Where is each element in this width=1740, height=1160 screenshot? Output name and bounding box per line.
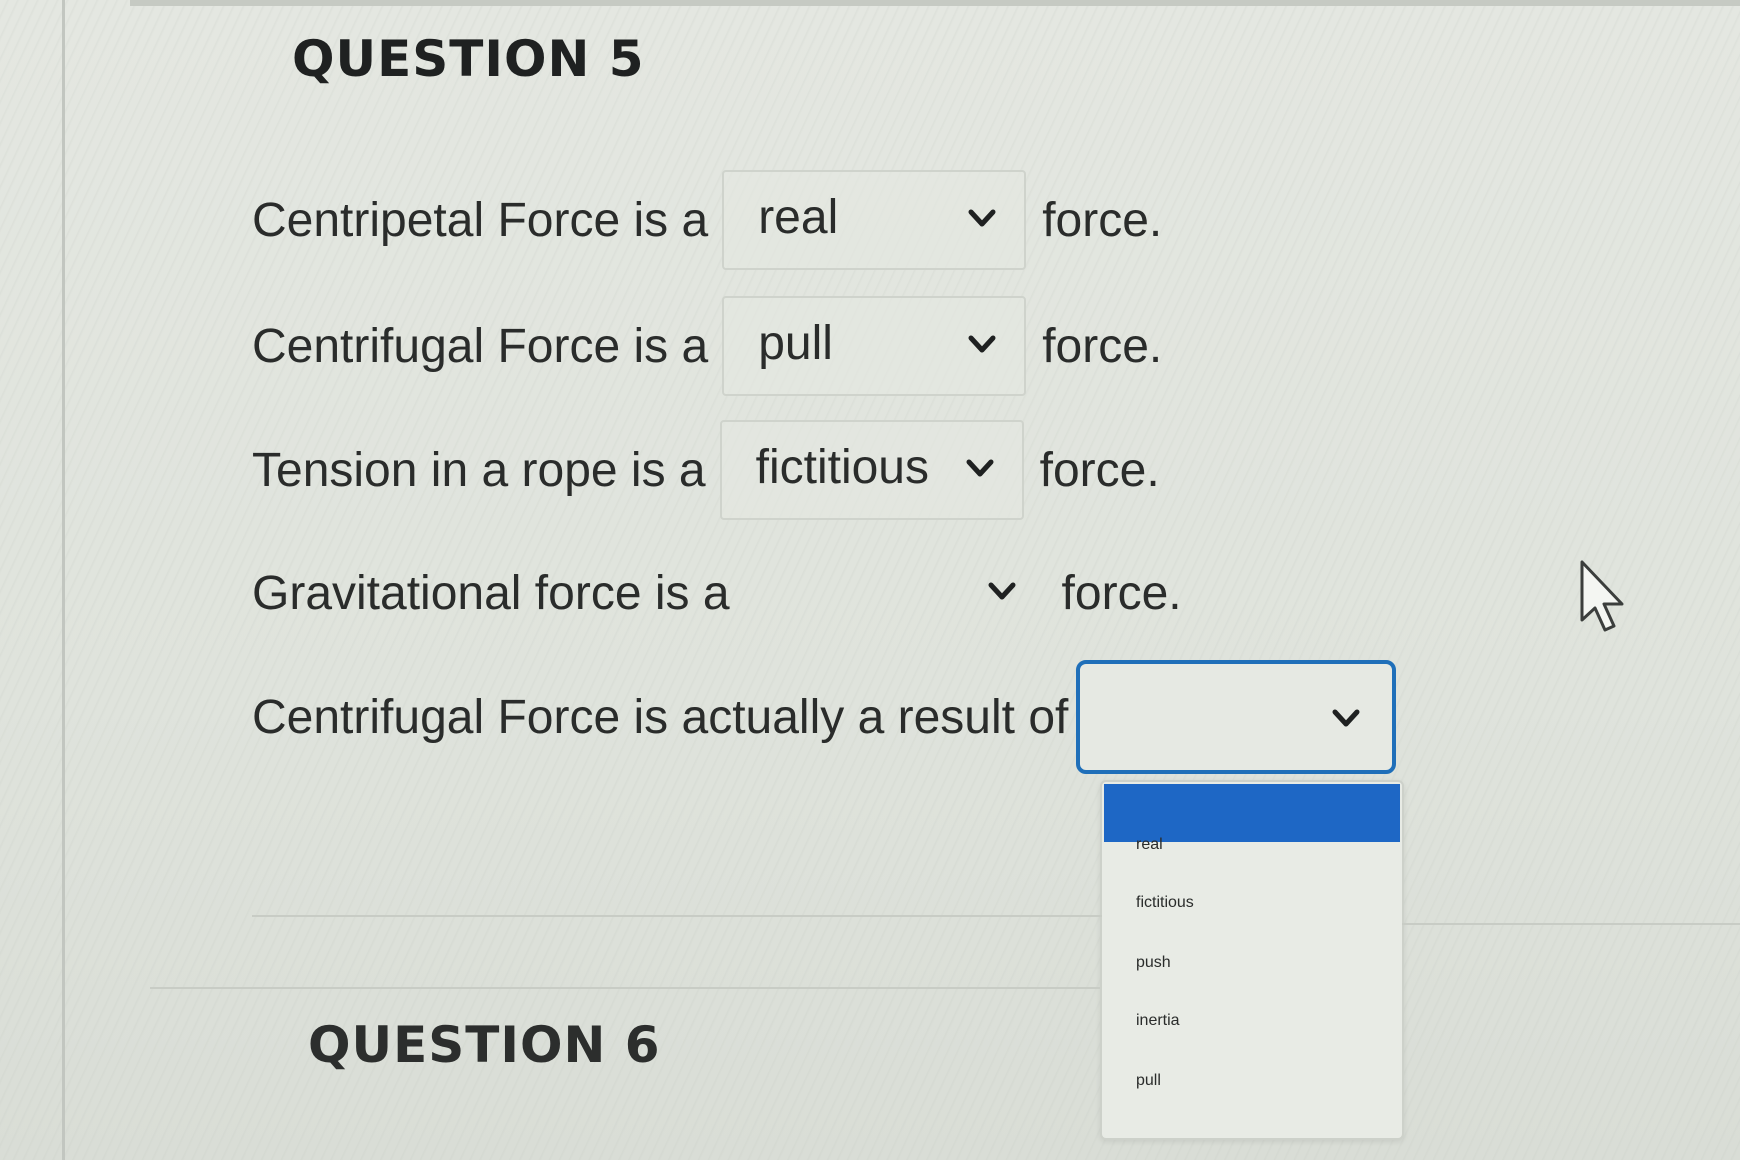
divider [150, 987, 1100, 989]
row-5-select-focused[interactable] [1076, 660, 1397, 774]
dropdown-option-push[interactable]: push [1136, 954, 1171, 972]
row-4-prompt: Gravitational force is a [252, 566, 730, 620]
row-2-select[interactable]: pull [722, 296, 1027, 396]
row-4-select[interactable] [752, 543, 1046, 643]
panel-left-border [62, 0, 65, 1160]
screen: QUESTION 5 Centripetal Force is a real f… [0, 0, 1740, 1160]
dropdown-option-pull[interactable]: pull [1136, 1072, 1161, 1090]
row-4-suffix: force. [1061, 566, 1182, 620]
top-bar [130, 0, 1740, 6]
row-2-prompt: Centrifugal Force is a [252, 319, 709, 373]
divider [252, 915, 1102, 917]
chevron-down-icon [988, 582, 1016, 600]
row-1-prompt: Centripetal Force is a [252, 193, 709, 247]
row-1-select-value: real [758, 191, 839, 244]
dropdown-option-real[interactable]: real [1136, 836, 1163, 854]
divider [1402, 923, 1740, 925]
row-3-suffix: force. [1039, 443, 1160, 497]
row-1-select[interactable]: real [722, 170, 1027, 270]
row-3-select-value: fictitious [755, 441, 929, 494]
row-3-select[interactable]: fictitious [719, 420, 1024, 520]
chevron-down-icon [968, 209, 996, 227]
dropdown-option-inertia[interactable]: inertia [1136, 1012, 1180, 1030]
chevron-down-icon [1332, 709, 1360, 727]
row-1-suffix: force. [1042, 193, 1163, 247]
question-row-5: Centrifugal Force is actually a result o… [252, 660, 1397, 774]
chevron-down-icon [968, 335, 996, 353]
row-3-prompt: Tension in a rope is a [252, 443, 706, 497]
question-row-1: Centripetal Force is a real force. [252, 170, 1162, 270]
row-5-prompt: Centrifugal Force is actually a result o… [252, 690, 1069, 744]
row-2-select-value: pull [758, 317, 833, 370]
question-row-4: Gravitational force is a force. [252, 543, 1182, 643]
mouse-pointer-icon [1580, 560, 1624, 632]
question-5-title: QUESTION 5 [292, 30, 645, 88]
question-row-2: Centrifugal Force is a pull force. [252, 296, 1162, 396]
chevron-down-icon [966, 459, 994, 477]
question-row-3: Tension in a rope is a fictitious force. [252, 420, 1160, 520]
dropdown-option-blank-highlighted[interactable] [1104, 784, 1400, 842]
dropdown-option-fictitious[interactable]: fictitious [1136, 894, 1194, 912]
question-6-title: QUESTION 6 [308, 1016, 661, 1074]
row-2-suffix: force. [1042, 319, 1163, 373]
